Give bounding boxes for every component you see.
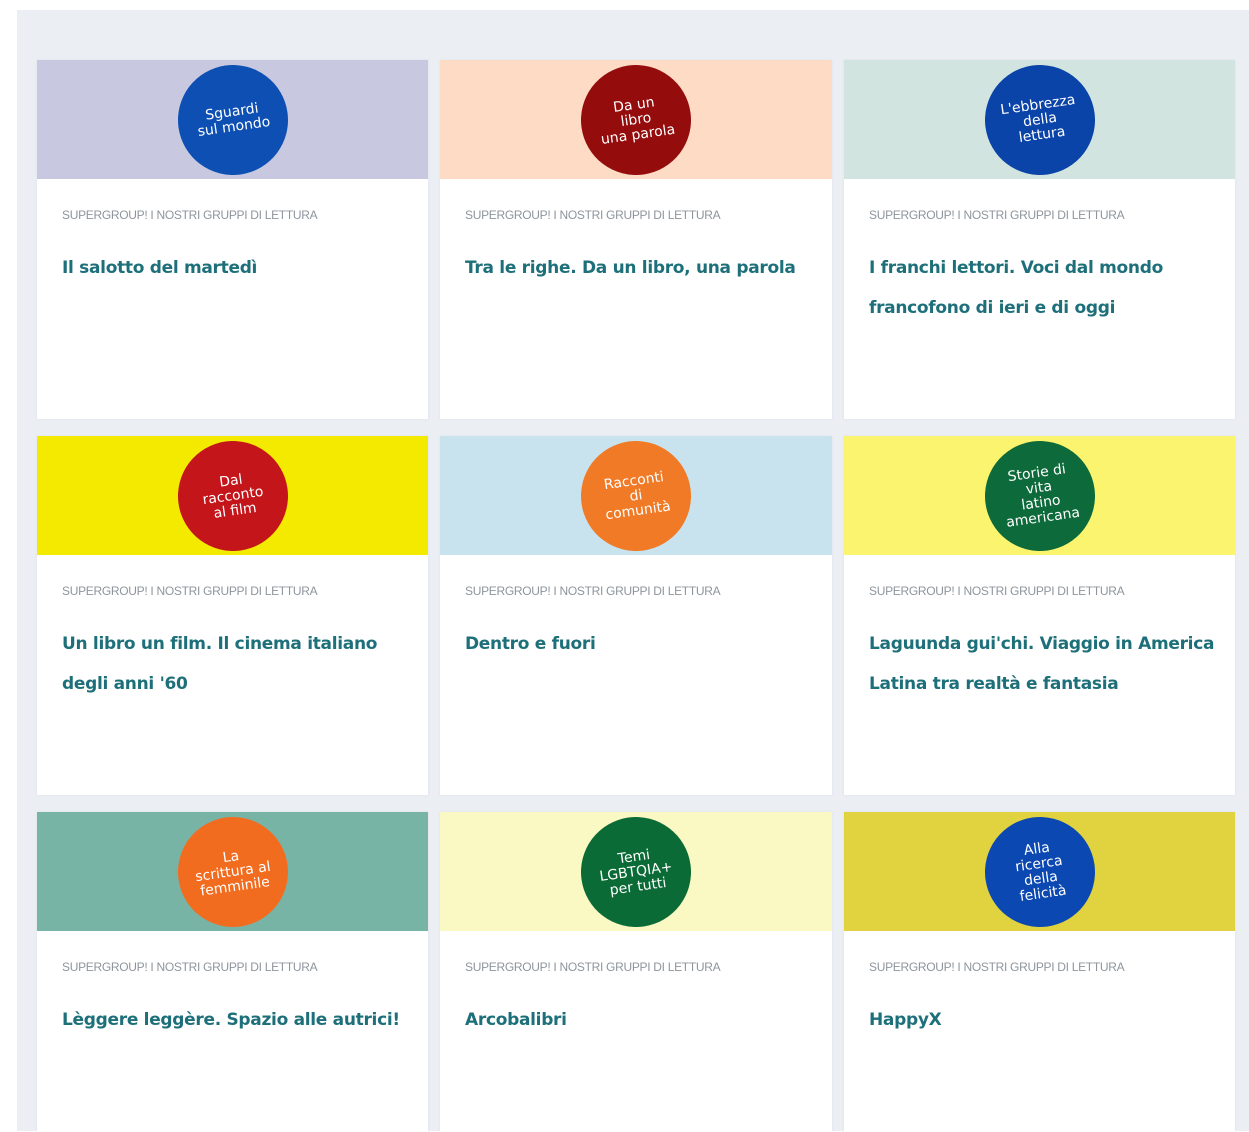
card-title-link[interactable]: HappyX: [869, 1000, 1217, 1040]
card-banner: Storie di vita latino americana: [844, 436, 1235, 558]
card-category: SUPERGROUP! I NOSTRI GRUPPI DI LETTURA: [62, 960, 318, 974]
reading-group-card[interactable]: Storie di vita latino americana SUPERGRO…: [844, 436, 1235, 795]
reading-group-card[interactable]: Da un libro una parola SUPERGROUP! I NOS…: [440, 60, 832, 419]
card-banner: Alla ricerca della felicità: [844, 812, 1235, 934]
reading-group-card[interactable]: Alla ricerca della felicità SUPERGROUP! …: [844, 812, 1235, 1132]
reading-groups-grid: Sguardi sul mondo SUPERGROUP! I NOSTRI G…: [37, 60, 1237, 1132]
card-category: SUPERGROUP! I NOSTRI GRUPPI DI LETTURA: [62, 208, 318, 222]
badge-logo: Da un libro una parola: [573, 60, 699, 182]
badge-logo: Sguardi sul mondo: [170, 60, 295, 182]
card-title-link[interactable]: Arcobalibri: [465, 1000, 814, 1040]
card-title-link[interactable]: Un libro un film. Il cinema italiano deg…: [62, 624, 410, 704]
card-category: SUPERGROUP! I NOSTRI GRUPPI DI LETTURA: [869, 208, 1125, 222]
reading-group-card[interactable]: La scrittura al femminile SUPERGROUP! I …: [37, 812, 428, 1132]
card-title-link[interactable]: Dentro e fuori: [465, 624, 814, 664]
card-banner: L'ebbrezza della lettura: [844, 60, 1235, 182]
card-banner: Dal racconto al film: [37, 436, 428, 558]
reading-group-card[interactable]: Dal racconto al film SUPERGROUP! I NOSTR…: [37, 436, 428, 795]
card-title-link[interactable]: Lèggere leggère. Spazio alle autrici!: [62, 1000, 410, 1040]
card-banner: Temi LGBTQIA+ per tutti: [440, 812, 832, 934]
card-category: SUPERGROUP! I NOSTRI GRUPPI DI LETTURA: [465, 208, 721, 222]
badge-logo: L'ebbrezza della lettura: [977, 60, 1102, 182]
card-title-link[interactable]: Tra le righe. Da un libro, una parola: [465, 248, 814, 288]
badge-logo: Storie di vita latino americana: [977, 436, 1102, 558]
card-category: SUPERGROUP! I NOSTRI GRUPPI DI LETTURA: [62, 584, 318, 598]
reading-group-card[interactable]: Temi LGBTQIA+ per tutti SUPERGROUP! I NO…: [440, 812, 832, 1132]
card-category: SUPERGROUP! I NOSTRI GRUPPI DI LETTURA: [869, 584, 1125, 598]
badge-logo: Temi LGBTQIA+ per tutti: [573, 812, 699, 934]
card-banner: Sguardi sul mondo: [37, 60, 428, 182]
card-banner: La scrittura al femminile: [37, 812, 428, 934]
card-banner: Racconti di comunità: [440, 436, 832, 558]
badge-logo: Alla ricerca della felicità: [977, 812, 1102, 934]
card-title-link[interactable]: I franchi lettori. Voci dal mondo franco…: [869, 248, 1217, 328]
badge-logo: La scrittura al femminile: [170, 812, 295, 934]
card-category: SUPERGROUP! I NOSTRI GRUPPI DI LETTURA: [465, 960, 721, 974]
card-category: SUPERGROUP! I NOSTRI GRUPPI DI LETTURA: [869, 960, 1125, 974]
reading-group-card[interactable]: Sguardi sul mondo SUPERGROUP! I NOSTRI G…: [37, 60, 428, 419]
card-banner: Da un libro una parola: [440, 60, 832, 182]
badge-logo: Dal racconto al film: [170, 436, 295, 558]
badge-logo: Racconti di comunità: [573, 436, 699, 558]
card-title-link[interactable]: Il salotto del martedì: [62, 248, 410, 288]
card-category: SUPERGROUP! I NOSTRI GRUPPI DI LETTURA: [465, 584, 721, 598]
reading-group-card[interactable]: Racconti di comunità SUPERGROUP! I NOSTR…: [440, 436, 832, 795]
reading-group-card[interactable]: L'ebbrezza della lettura SUPERGROUP! I N…: [844, 60, 1235, 419]
card-title-link[interactable]: Laguunda gui'chi. Viaggio in America Lat…: [869, 624, 1217, 704]
